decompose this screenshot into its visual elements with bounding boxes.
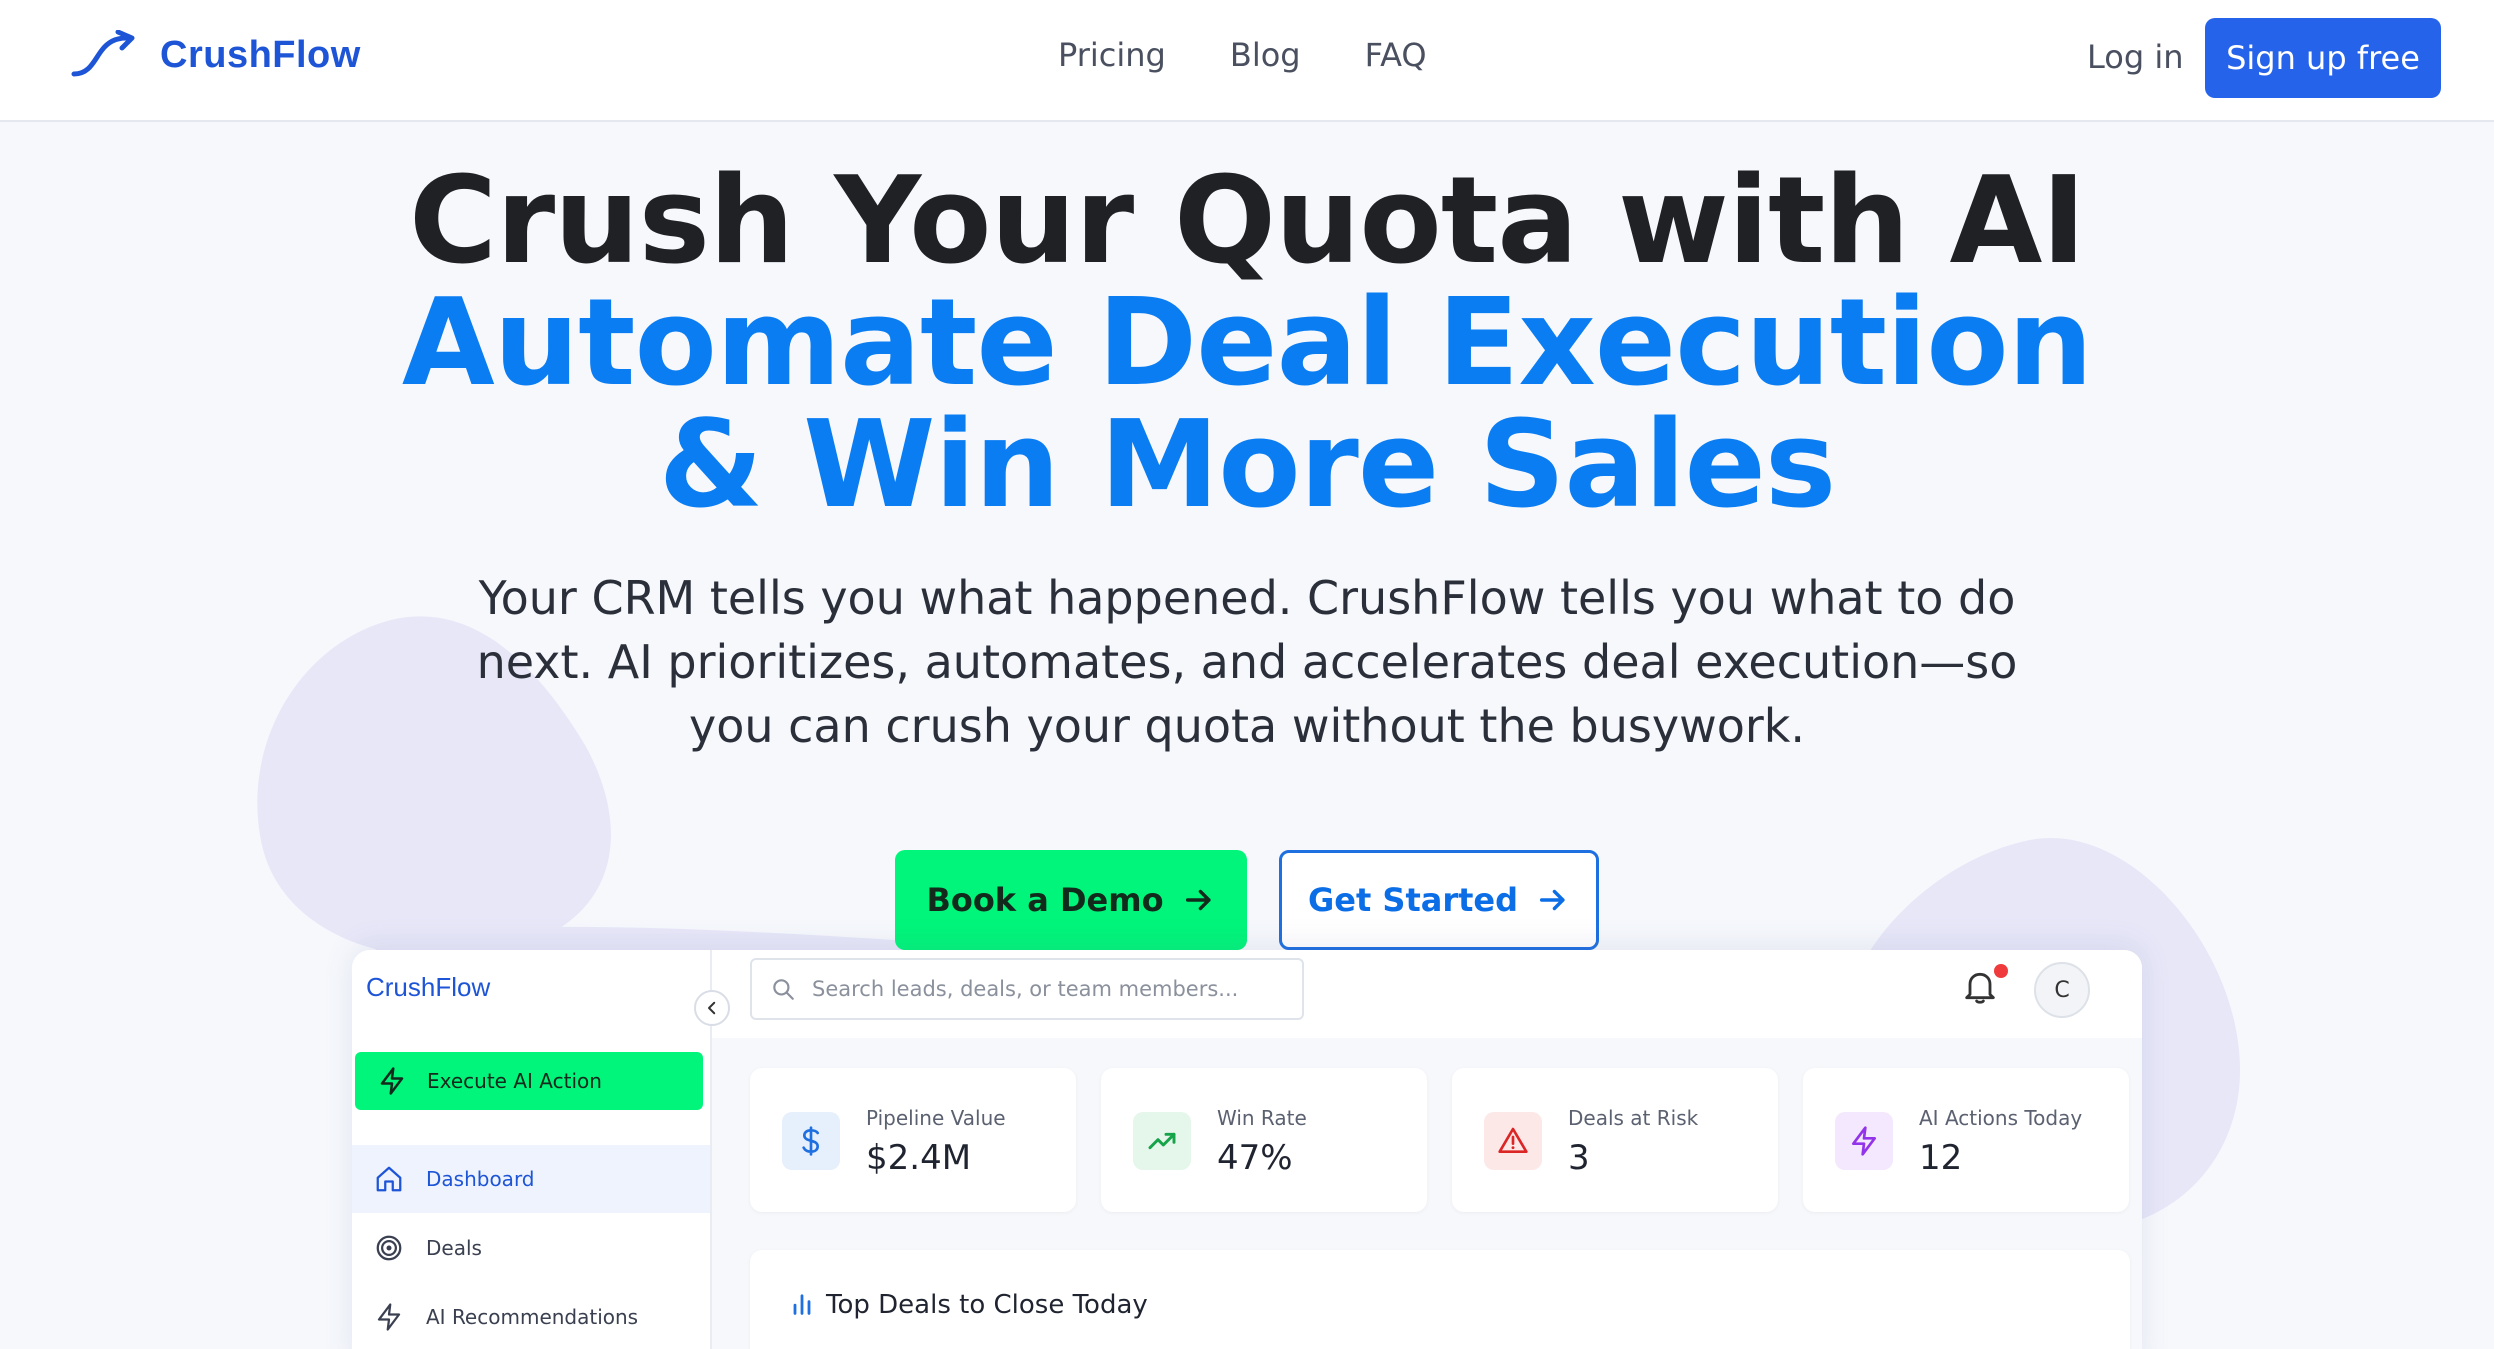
- top-nav: CrushFlow Pricing Blog FAQ Log in Sign u…: [0, 0, 2494, 122]
- execute-ai-action-label: Execute AI Action: [427, 1069, 602, 1093]
- stat-card-deals-at-risk: Deals at Risk 3: [1452, 1068, 1778, 1212]
- bar-chart-icon: [793, 1294, 811, 1315]
- search-icon: [773, 979, 794, 1000]
- hero-headline: Crush Your Quota with AI: [408, 152, 2086, 291]
- home-icon: [376, 1166, 402, 1192]
- brand-logo[interactable]: CrushFlow: [70, 30, 361, 80]
- arrow-right-icon: [1185, 889, 1211, 911]
- sidebar-item-dashboard[interactable]: Dashboard: [352, 1145, 710, 1213]
- bolt-icon: [380, 1067, 404, 1095]
- bolt-icon: [1852, 1126, 1876, 1156]
- top-deals-card: Top Deals to Close Today: [750, 1250, 2130, 1349]
- login-link[interactable]: Log in: [2087, 38, 2184, 76]
- stat-value: 12: [1919, 1138, 1963, 1178]
- main-content: C Pipeline Value $2.4M Win Rate 47% Deal…: [712, 950, 2142, 1349]
- get-started-label: Get Started: [1307, 881, 1519, 919]
- chevron-left-icon: [708, 1001, 716, 1015]
- dollar-icon: [802, 1126, 820, 1156]
- stat-icon-wrap: [1133, 1112, 1191, 1170]
- sidebar-item-ai-recommendations[interactable]: AI Recommendations: [352, 1283, 710, 1349]
- trending-up-icon: [1148, 1132, 1176, 1150]
- sidebar-collapse-button[interactable]: [694, 990, 730, 1026]
- hero-headline-accent-1: Automate Deal Execution: [401, 274, 2093, 413]
- nav-link-faq[interactable]: FAQ: [1365, 36, 1427, 74]
- bolt-icon: [377, 1303, 401, 1331]
- sidebar: CrushFlow Execute AI Action Dashboard De…: [352, 950, 712, 1349]
- stat-icon-wrap: [1484, 1112, 1542, 1170]
- stat-card-pipeline-value: Pipeline Value $2.4M: [750, 1068, 1076, 1212]
- book-demo-label: Book a Demo: [926, 881, 1164, 919]
- stat-icon-wrap: [1835, 1112, 1893, 1170]
- nav-link-blog[interactable]: Blog: [1230, 36, 1301, 74]
- target-icon: [376, 1235, 402, 1261]
- stat-label: AI Actions Today: [1919, 1106, 2083, 1130]
- book-demo-button[interactable]: Book a Demo: [895, 850, 1247, 950]
- nav-link-pricing[interactable]: Pricing: [1058, 36, 1166, 74]
- hero-headline-accent-2: & Win More Sales: [658, 396, 1837, 535]
- app-topbar: C: [712, 950, 2142, 1038]
- search-box: [750, 958, 1304, 1020]
- stat-card-ai-actions-today: AI Actions Today 12: [1803, 1068, 2129, 1212]
- notification-dot: [1994, 964, 2008, 978]
- avatar[interactable]: C: [2034, 962, 2090, 1018]
- swoosh-arrow-icon: [71, 30, 135, 77]
- stat-value: 3: [1568, 1138, 1590, 1178]
- execute-ai-action-button[interactable]: Execute AI Action: [355, 1052, 703, 1110]
- stat-value: $2.4M: [866, 1138, 972, 1178]
- sidebar-item-label: Deals: [426, 1236, 482, 1260]
- nav-links: Pricing Blog FAQ: [1058, 36, 1427, 74]
- sidebar-item-label: Dashboard: [426, 1167, 535, 1191]
- stat-label: Win Rate: [1217, 1106, 1307, 1130]
- top-deals-title: Top Deals to Close Today: [826, 1290, 1148, 1320]
- stat-label: Deals at Risk: [1568, 1106, 1699, 1130]
- hero-subtitle: Your CRM tells you what happened. CrushF…: [476, 571, 2018, 753]
- dashboard-preview: CrushFlow Execute AI Action Dashboard De…: [352, 950, 2142, 1349]
- alert-triangle-icon: [1498, 1127, 1528, 1153]
- sidebar-brand: CrushFlow: [366, 972, 491, 1002]
- stat-value: 47%: [1217, 1138, 1293, 1178]
- arrow-right-icon: [1539, 889, 1565, 911]
- stat-label: Pipeline Value: [866, 1106, 1006, 1130]
- signup-button[interactable]: Sign up free: [2205, 18, 2441, 98]
- sidebar-item-deals[interactable]: Deals: [352, 1214, 710, 1282]
- stat-card-win-rate: Win Rate 47%: [1101, 1068, 1427, 1212]
- search-input[interactable]: [812, 977, 1292, 1001]
- stat-icon-wrap: [782, 1112, 840, 1170]
- brand-name: CrushFlow: [160, 33, 361, 76]
- sidebar-item-label: AI Recommendations: [426, 1305, 639, 1329]
- get-started-button[interactable]: Get Started: [1279, 850, 1599, 950]
